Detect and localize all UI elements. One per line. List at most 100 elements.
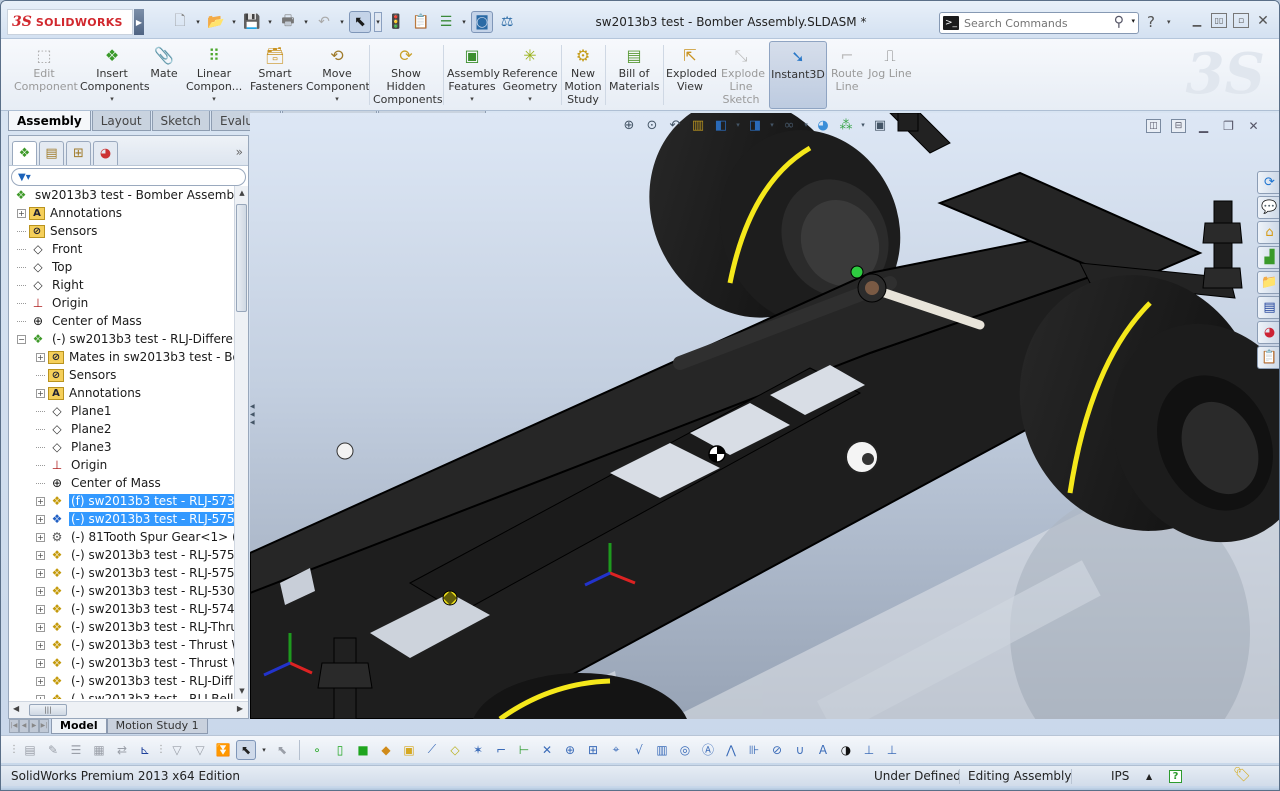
dynamic-help-icon[interactable]: ◙ xyxy=(471,11,493,33)
insert-components-dropdown-icon[interactable]: ▾ xyxy=(110,93,114,106)
filter-vertices-icon[interactable]: ∘ xyxy=(307,740,327,760)
line-thickness-icon[interactable]: ☰ xyxy=(66,740,86,760)
assembly-model-render[interactable] xyxy=(250,113,1280,719)
tree-item[interactable]: ⊘ Sensors xyxy=(9,366,235,384)
tree-item[interactable]: + ❖ (-) sw2013b3 test - Thrust Wash xyxy=(9,636,235,654)
design-library-icon[interactable]: ⌂ xyxy=(1257,221,1279,244)
split-vertical-icon[interactable]: ⊟ xyxy=(1171,119,1186,133)
scroll-right-icon[interactable]: ▶ xyxy=(237,704,243,713)
clear-all-filters-icon[interactable]: ⏬ xyxy=(213,740,233,760)
unit-system-menu-icon[interactable]: ▲ xyxy=(1146,772,1152,781)
smart-fasteners-button[interactable]: 🗃 Smart Fasteners xyxy=(249,41,303,109)
tree-item[interactable]: ◇ Plane2 xyxy=(9,420,235,438)
toggle-selection-filter-icon[interactable]: ▽ xyxy=(167,740,187,760)
print-dropdown-icon[interactable]: ▾ xyxy=(302,18,310,26)
more-tabs-icon[interactable]: » xyxy=(236,145,243,159)
undo-icon[interactable]: ↶ xyxy=(313,11,335,33)
reference-geometry-dropdown-icon[interactable]: ▾ xyxy=(528,93,532,106)
scroll-left-icon[interactable]: ◀ xyxy=(13,704,19,713)
tree-item[interactable]: ◇ Top xyxy=(9,258,235,276)
file-explorer-icon[interactable]: ▟ xyxy=(1257,246,1279,269)
filter-balloons-icon[interactable]: ◎ xyxy=(675,740,695,760)
quick-tips-icon[interactable]: ? xyxy=(1169,770,1182,783)
line-style-icon[interactable]: ▦ xyxy=(89,740,109,760)
print-icon[interactable]: 🖶 xyxy=(277,11,299,33)
search-commands-box[interactable]: >_ ⚲ ▾ xyxy=(939,12,1139,34)
expand-icon[interactable]: + xyxy=(36,388,45,398)
filter-edges-icon[interactable]: ▯ xyxy=(330,740,350,760)
mate-button[interactable]: 📎 Mate xyxy=(147,41,181,109)
show-hidden-components-button[interactable]: ⟳ Show Hidden Components xyxy=(373,41,443,109)
reference-geometry-button[interactable]: ✳ Reference Geometry ▾ xyxy=(502,41,558,109)
view-palette-icon[interactable]: 📁 xyxy=(1257,271,1279,294)
hide-show-items-icon[interactable]: ∞ xyxy=(780,116,798,134)
undo-dropdown-icon[interactable]: ▾ xyxy=(338,18,346,26)
tree-item[interactable]: + A Annotations xyxy=(9,204,235,222)
next-tab-icon[interactable]: ▶ xyxy=(29,719,39,733)
panel-collapse-handle-icon[interactable]: ◀ ◀ ◀ xyxy=(250,403,256,427)
tree-item[interactable]: + ❖ (-) sw2013b3 test - RLJ-Diff Nut xyxy=(9,672,235,690)
new-document-icon[interactable]: 🗋 xyxy=(169,11,191,33)
displaymanager-icon[interactable]: ◕ xyxy=(93,141,118,165)
section-view-icon[interactable]: ▥ xyxy=(689,116,707,134)
solidworks-resources-icon[interactable]: ⟳ xyxy=(1257,171,1279,194)
tab-model[interactable]: Model xyxy=(51,719,107,734)
help-icon[interactable]: ? xyxy=(1147,13,1155,31)
restore-doc-icon[interactable]: ❐ xyxy=(1221,119,1236,133)
search-dropdown-icon[interactable]: ▾ xyxy=(1131,17,1135,25)
minimize-window-icon[interactable]: ▁ xyxy=(1189,13,1205,28)
file-properties-icon[interactable]: 📋 xyxy=(410,11,432,33)
scroll-down-icon[interactable]: ▼ xyxy=(235,684,249,699)
filter-faces-icon[interactable]: ■ xyxy=(353,740,373,760)
bill-of-materials-button[interactable]: ▤ Bill of Materials xyxy=(609,41,659,109)
layer-icon[interactable]: ▤ xyxy=(20,740,40,760)
edit-component-button[interactable]: ⬚ Edit Component xyxy=(11,41,78,109)
move-component-dropdown-icon[interactable]: ▾ xyxy=(335,93,339,106)
tag-icon[interactable]: 🏷 xyxy=(1233,767,1251,783)
filter-sketch-segments-icon[interactable]: ⌐ xyxy=(491,740,511,760)
filter-surface-finish-icon[interactable]: ⌖ xyxy=(606,740,626,760)
expand-icon[interactable]: + xyxy=(36,514,45,524)
tree-item[interactable]: + ⚙ (-) 81Tooth Spur Gear<1> (Inch xyxy=(9,528,235,546)
display-style-dropdown-icon[interactable]: ▾ xyxy=(769,116,775,134)
linear-component-pattern-button[interactable]: ⠿ Linear Compon... ▾ xyxy=(183,41,245,109)
options-icon[interactable]: ☰ xyxy=(435,11,457,33)
filter-weld-symbols-icon[interactable]: Ⓐ xyxy=(698,740,718,760)
select-dropdown-icon[interactable]: ▾ xyxy=(259,740,269,760)
expand-icon[interactable]: + xyxy=(36,604,45,614)
filter-solid-bodies-icon[interactable]: ▣ xyxy=(399,740,419,760)
custom-properties-icon[interactable]: 📋 xyxy=(1257,346,1279,369)
search-commands-input[interactable] xyxy=(964,16,1099,30)
view-palette-2-icon[interactable]: ▤ xyxy=(1257,296,1279,319)
instant3d-button[interactable]: ➘ Instant3D xyxy=(769,41,827,109)
mass-properties-icon[interactable]: ⚖ xyxy=(496,11,518,33)
tree-item[interactable]: −❖ (-) sw2013b3 test - RLJ-Differential- xyxy=(9,330,235,348)
expand-icon[interactable]: + xyxy=(36,658,45,668)
tree-filter-input[interactable]: ▼▾ xyxy=(11,168,246,186)
options-dropdown-icon[interactable]: ▾ xyxy=(460,18,468,26)
select-other-icon[interactable]: ⬉ xyxy=(272,740,292,760)
tree-vertical-scrollbar[interactable]: ▲ ▼ xyxy=(234,186,248,699)
configurationmanager-icon[interactable]: ⊞ xyxy=(66,141,91,165)
expand-icon[interactable]: + xyxy=(36,676,45,686)
tree-item[interactable]: ◇ Plane3 xyxy=(9,438,235,456)
tab-sketch[interactable]: Sketch xyxy=(151,111,210,131)
select-pointer-icon[interactable]: ⬉ xyxy=(236,739,256,760)
filter-surface-bodies-icon[interactable]: ◆ xyxy=(376,740,396,760)
tree-item[interactable]: + ❖ (-) sw2013b3 test - RLJ-5309<2> xyxy=(9,582,235,600)
solidworks-logo[interactable]: 3S SOLIDWORKS xyxy=(7,9,133,35)
expand-icon[interactable]: + xyxy=(36,352,45,362)
tab-layout[interactable]: Layout xyxy=(91,111,151,131)
unit-system[interactable]: IPS xyxy=(1111,769,1129,783)
tree-item[interactable]: ⊕ Center of Mass xyxy=(9,312,235,330)
filter-planes-icon[interactable]: ◇ xyxy=(445,740,465,760)
filter-center-of-mass-icon[interactable]: ◑ xyxy=(836,740,856,760)
jog-line-button[interactable]: ⎍ Jog Line xyxy=(867,41,913,109)
expand-icon[interactable]: + xyxy=(36,550,45,560)
last-tab-icon[interactable]: ▶| xyxy=(39,719,49,733)
close-doc-icon[interactable]: ✕ xyxy=(1246,119,1261,133)
display-style-icon[interactable]: ◨ xyxy=(746,116,764,134)
filter-datum-targets-icon[interactable]: ⋀ xyxy=(721,740,741,760)
apply-scene-icon[interactable]: ⁂ xyxy=(837,116,855,134)
filter-notes-icon[interactable]: ▥ xyxy=(652,740,672,760)
